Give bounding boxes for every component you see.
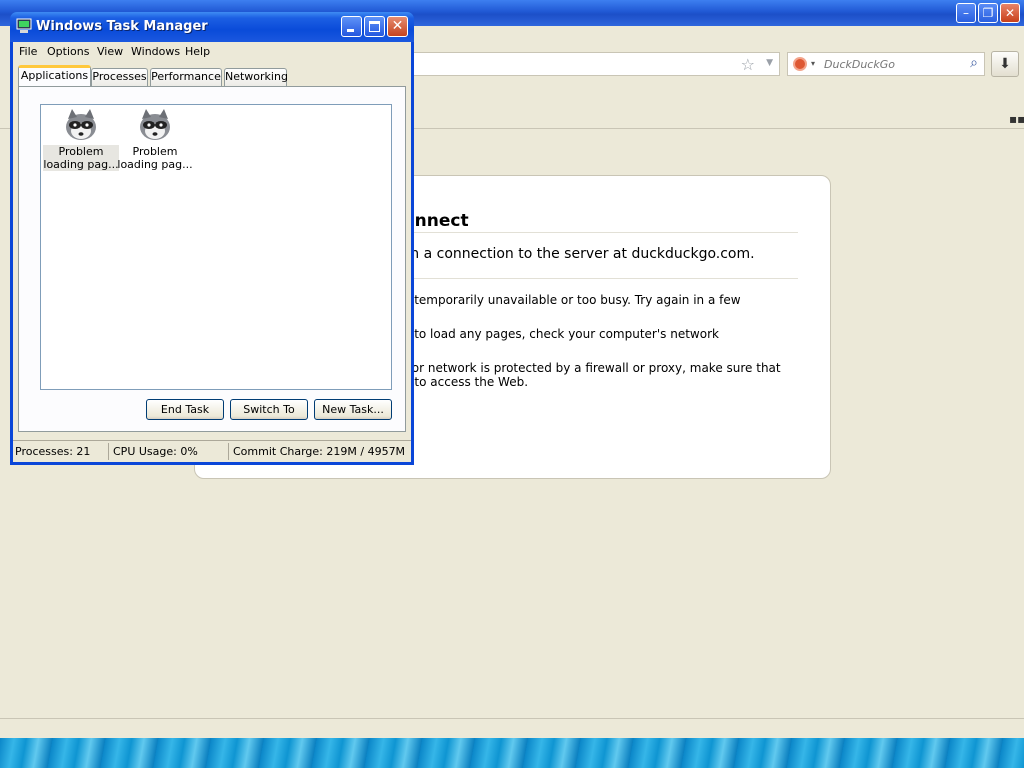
- maximize-button[interactable]: [364, 16, 385, 37]
- minimize-icon: [347, 29, 354, 32]
- menu-help[interactable]: Help: [185, 45, 210, 58]
- close-button[interactable]: ✕: [387, 16, 408, 37]
- application-label-line2: loading pag...: [43, 158, 119, 171]
- duckduckgo-logo-icon[interactable]: [793, 57, 807, 71]
- application-label-line1: Problem: [132, 145, 178, 158]
- applications-list[interactable]: Problem loading pag... Problem loading p…: [40, 104, 392, 390]
- status-processes: Processes: 21: [13, 443, 109, 460]
- menu-bar: File Options View Windows Help: [13, 42, 411, 62]
- menu-options[interactable]: Options: [47, 45, 89, 58]
- status-commit-charge: Commit Charge: 219M / 4957M: [233, 445, 406, 458]
- error-list-item: e to load any pages, check your computer…: [403, 327, 719, 341]
- application-item[interactable]: Problem loading pag...: [117, 107, 193, 171]
- search-icon[interactable]: ⌕: [970, 55, 978, 71]
- new-task-button[interactable]: New Task...: [314, 399, 392, 420]
- application-label: Problem loading pag...: [43, 145, 119, 171]
- tab-applications[interactable]: Applications: [18, 65, 91, 86]
- error-short-desc: sh a connection to the server at duckduc…: [403, 246, 755, 262]
- status-bar: Processes: 21 CPU Usage: 0% Commit Charg…: [13, 440, 411, 462]
- bookmark-star-icon[interactable]: ☆: [741, 55, 755, 74]
- desktop-wallpaper: [0, 738, 1024, 768]
- application-item[interactable]: Problem loading pag...: [43, 107, 119, 171]
- error-list-item: r or network is protected by a firewall …: [403, 361, 781, 375]
- task-manager-title-bar[interactable]: Windows Task Manager ✕: [10, 12, 414, 42]
- close-icon: ✕: [391, 18, 404, 34]
- tab-performance[interactable]: Performance: [150, 68, 222, 86]
- task-manager-body: File Options View Windows Help Applicati…: [13, 42, 411, 462]
- switch-to-button[interactable]: Switch To: [230, 399, 308, 420]
- divider: [403, 232, 798, 233]
- tab-groups-icon[interactable]: ▪▪: [1009, 112, 1024, 126]
- search-engine-dropdown-icon[interactable]: ▾: [811, 59, 815, 68]
- tab-networking[interactable]: Networking: [224, 68, 288, 86]
- raccoon-icon: [140, 109, 170, 140]
- search-box[interactable]: ▾ DuckDuckGo ⌕: [787, 52, 985, 76]
- browser-status-divider: [0, 718, 1024, 719]
- menu-view[interactable]: View: [97, 45, 123, 58]
- application-label-line2: loading pag...: [117, 158, 193, 171]
- task-manager-icon[interactable]: [16, 18, 32, 34]
- raccoon-icon: [66, 109, 96, 140]
- error-list-item: e temporarily unavailable or too busy. T…: [403, 293, 741, 307]
- status-cpu-usage: CPU Usage: 0%: [111, 443, 229, 460]
- task-manager-title: Windows Task Manager: [36, 19, 208, 34]
- minimize-button[interactable]: [341, 16, 362, 37]
- minimize-button[interactable]: –: [956, 3, 976, 23]
- restore-button[interactable]: ❐: [978, 3, 998, 23]
- menu-windows[interactable]: Windows: [131, 45, 180, 58]
- divider: [403, 278, 798, 279]
- url-dropdown-icon[interactable]: ▼: [766, 58, 773, 68]
- url-bar[interactable]: ☆ ▼: [404, 52, 780, 76]
- tab-processes[interactable]: Processes: [91, 68, 148, 86]
- application-label-line1: Problem: [58, 145, 104, 158]
- end-task-button[interactable]: End Task: [146, 399, 224, 420]
- applications-panel: Problem loading pag... Problem loading p…: [18, 86, 406, 432]
- close-button[interactable]: ✕: [1000, 3, 1020, 23]
- search-placeholder: DuckDuckGo: [824, 58, 895, 71]
- application-label: Problem loading pag...: [117, 145, 193, 171]
- error-list-item: d to access the Web.: [403, 375, 529, 389]
- menu-file[interactable]: File: [19, 45, 37, 58]
- maximize-icon: [369, 21, 380, 32]
- download-button[interactable]: ⬇: [991, 51, 1019, 77]
- task-manager-window: Windows Task Manager ✕ File Options View…: [10, 12, 414, 465]
